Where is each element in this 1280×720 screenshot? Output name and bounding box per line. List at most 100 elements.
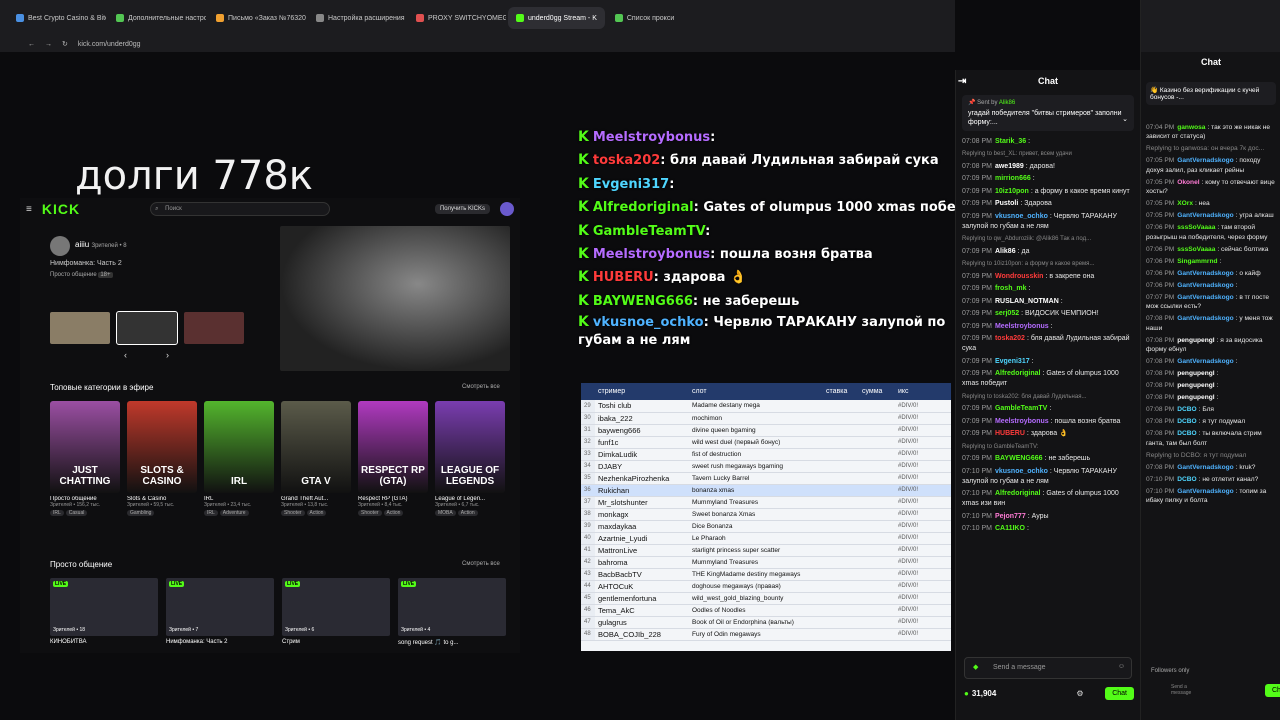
channel-points[interactable]: 31,904 — [972, 689, 996, 698]
multiplier-cell[interactable]: #DIV/0! — [895, 436, 951, 449]
category-card[interactable]: SLOTS & CASINO Slots & Casino Зрителей • 5… — [127, 401, 197, 516]
category-tag[interactable]: Shooter — [358, 510, 382, 516]
category-tag[interactable]: IRL — [50, 510, 64, 516]
sum-cell[interactable] — [859, 580, 895, 593]
stake-cell[interactable] — [823, 628, 859, 641]
stream-thumbnail[interactable]: LIVE Зрителей • 4 — [398, 578, 506, 636]
category-card[interactable]: LEAGUE OF LEGENDS League of Legen... Зрите… — [435, 401, 505, 516]
row-number[interactable]: 29 — [581, 400, 595, 413]
sheet-row[interactable]: 30 ibaka_222 mochimon #DIV/0! — [581, 412, 951, 425]
message-username[interactable]: pengupengl — [1177, 382, 1214, 389]
message-username[interactable]: DCBO — [1177, 476, 1196, 483]
stream-card[interactable]: LIVE Зрителей • 18 КИНОБИТВА — [50, 578, 158, 646]
message-username[interactable]: Pejon777 — [995, 513, 1026, 520]
message-username[interactable]: frosh_mk — [995, 285, 1027, 292]
sheet-row[interactable]: 41 MattronLive starlight princess super sc… — [581, 544, 951, 557]
stake-cell[interactable] — [823, 436, 859, 449]
see-all-categories-link[interactable]: Смотреть все — [462, 384, 500, 390]
category-card[interactable]: RESPECT RP (GTA) Respect RP (GTA) Зрителей… — [358, 401, 428, 516]
message-username[interactable]: pengupengl — [1177, 337, 1214, 344]
streamer-cell[interactable]: NezhenkaPirozhenka — [595, 472, 689, 485]
sum-cell[interactable] — [859, 556, 895, 569]
sheet-row[interactable]: 29 Toshi club Madame destany mega #DIV/0! — [581, 400, 951, 413]
sheet-header[interactable]: слот — [689, 383, 823, 400]
multiplier-cell[interactable]: #DIV/0! — [895, 604, 951, 617]
multiplier-cell[interactable]: #DIV/0! — [895, 400, 951, 413]
row-number[interactable]: 46 — [581, 604, 595, 617]
sheet-row[interactable]: 39 maxdaykaa Dice Bonanza #DIV/0! — [581, 520, 951, 533]
streamer-cell[interactable]: bahroma — [595, 556, 689, 569]
sum-cell[interactable] — [859, 568, 895, 581]
chat-message-input[interactable]: ◆ Send a message ☺ — [964, 657, 1132, 679]
multiplier-cell[interactable]: #DIV/0! — [895, 544, 951, 557]
category-image[interactable]: IRL — [204, 401, 274, 493]
message-username[interactable]: GantVernadskogo — [1177, 157, 1233, 164]
row-number[interactable]: 32 — [581, 436, 595, 449]
streamer-cell[interactable]: Tema_AkC — [595, 604, 689, 617]
category-image[interactable]: RESPECT RP (GTA) — [358, 401, 428, 493]
message-username[interactable]: Alik86 — [995, 248, 1016, 255]
slot-cell[interactable]: Le Pharaoh — [689, 532, 823, 545]
carousel-thumb[interactable] — [116, 311, 178, 345]
sheet-header[interactable]: стример — [595, 383, 689, 400]
message-username[interactable]: sssSoVaaaa — [1177, 224, 1215, 231]
streamer-cell[interactable]: BOBA_COJIb_228 — [595, 628, 689, 641]
secondary-pinned-message[interactable]: 👋 Казино без верификации с кучей бонусов… — [1146, 82, 1276, 105]
category-image[interactable]: SLOTS & CASINO — [127, 401, 197, 493]
sheet-row[interactable]: 42 bahroma Mummyland Treasures #DIV/0! — [581, 556, 951, 569]
stream-card[interactable]: LIVE Зрителей • 4 song request 🎵 to g... — [398, 578, 506, 646]
message-username[interactable]: Evgeni317 — [995, 358, 1030, 365]
row-number[interactable]: 42 — [581, 556, 595, 569]
slot-cell[interactable]: Mummyland Treasures — [689, 496, 823, 509]
multiplier-cell[interactable]: #DIV/0! — [895, 568, 951, 581]
row-number[interactable]: 44 — [581, 580, 595, 593]
slot-cell[interactable]: divine queen bgaming — [689, 424, 823, 437]
stake-cell[interactable] — [823, 544, 859, 557]
sheet-header[interactable]: ставка — [823, 383, 859, 400]
category-card[interactable]: IRL IRL Зрителей • 23,4 тыс. IRL Adventure — [204, 401, 274, 516]
row-number[interactable]: 36 — [581, 484, 595, 497]
stream-thumbnail[interactable]: LIVE Зрителей • 7 — [166, 578, 274, 636]
sheet-row[interactable]: 45 gentlemenfortuna wild_west_gold_blazing… — [581, 592, 951, 605]
stake-cell[interactable] — [823, 604, 859, 617]
message-username[interactable]: Meelstroybonus — [995, 418, 1049, 425]
streamer-cell[interactable]: funf1c — [595, 436, 689, 449]
stake-cell[interactable] — [823, 556, 859, 569]
slot-cell[interactable]: wild west duel (первый бонус) — [689, 436, 823, 449]
row-number[interactable]: 41 — [581, 544, 595, 557]
multiplier-cell[interactable]: #DIV/0! — [895, 580, 951, 593]
message-username[interactable]: HUBERU — [995, 430, 1025, 437]
sheet-header[interactable] — [581, 383, 595, 400]
multiplier-cell[interactable]: #DIV/0! — [895, 448, 951, 461]
kick-logo[interactable]: KICK — [42, 201, 80, 217]
streamer-cell[interactable]: Rukichan — [595, 484, 689, 497]
category-tag[interactable]: Adventure — [219, 510, 249, 516]
stake-cell[interactable] — [823, 508, 859, 521]
category-tag[interactable]: Casual — [65, 510, 88, 516]
row-number[interactable]: 31 — [581, 424, 595, 437]
stream-title[interactable]: КИНОБИТВА — [50, 639, 158, 645]
stream-thumbnail[interactable]: LIVE Зрителей • 18 — [50, 578, 158, 636]
slot-cell[interactable]: starlight princess super scatter — [689, 544, 823, 557]
sum-cell[interactable] — [859, 424, 895, 437]
carousel-prev-icon[interactable]: ‹ — [124, 350, 127, 360]
expand-pinned-icon[interactable]: ⌄ — [1122, 115, 1128, 123]
row-number[interactable]: 48 — [581, 628, 595, 641]
sum-cell[interactable] — [859, 508, 895, 521]
slot-cell[interactable]: Mummyland Treasures — [689, 556, 823, 569]
slot-cell[interactable]: bonanza xmas — [689, 484, 823, 497]
browser-tab[interactable]: underd0gg Stream - K — [508, 7, 605, 29]
secondary-send-button[interactable]: Chat — [1265, 684, 1280, 697]
message-username[interactable]: GantVernadskogo — [1177, 315, 1233, 322]
slot-cell[interactable]: wild_west_gold_blazing_bounty — [689, 592, 823, 605]
stake-cell[interactable] — [823, 496, 859, 509]
message-username[interactable]: GambleTeamTV — [995, 405, 1047, 412]
pinned-by-user[interactable]: Alik86 — [999, 100, 1015, 106]
row-number[interactable]: 33 — [581, 448, 595, 461]
sheet-row[interactable]: 48 BOBA_COJIb_228 Fury of Odin megaways #DI… — [581, 628, 951, 641]
message-username[interactable]: DCBO — [1177, 406, 1196, 413]
streamer-cell[interactable]: DJABY — [595, 460, 689, 473]
message-username[interactable]: GantVernadskogo — [1177, 464, 1233, 471]
reload-icon[interactable]: ↻ — [62, 40, 68, 48]
stake-cell[interactable] — [823, 568, 859, 581]
